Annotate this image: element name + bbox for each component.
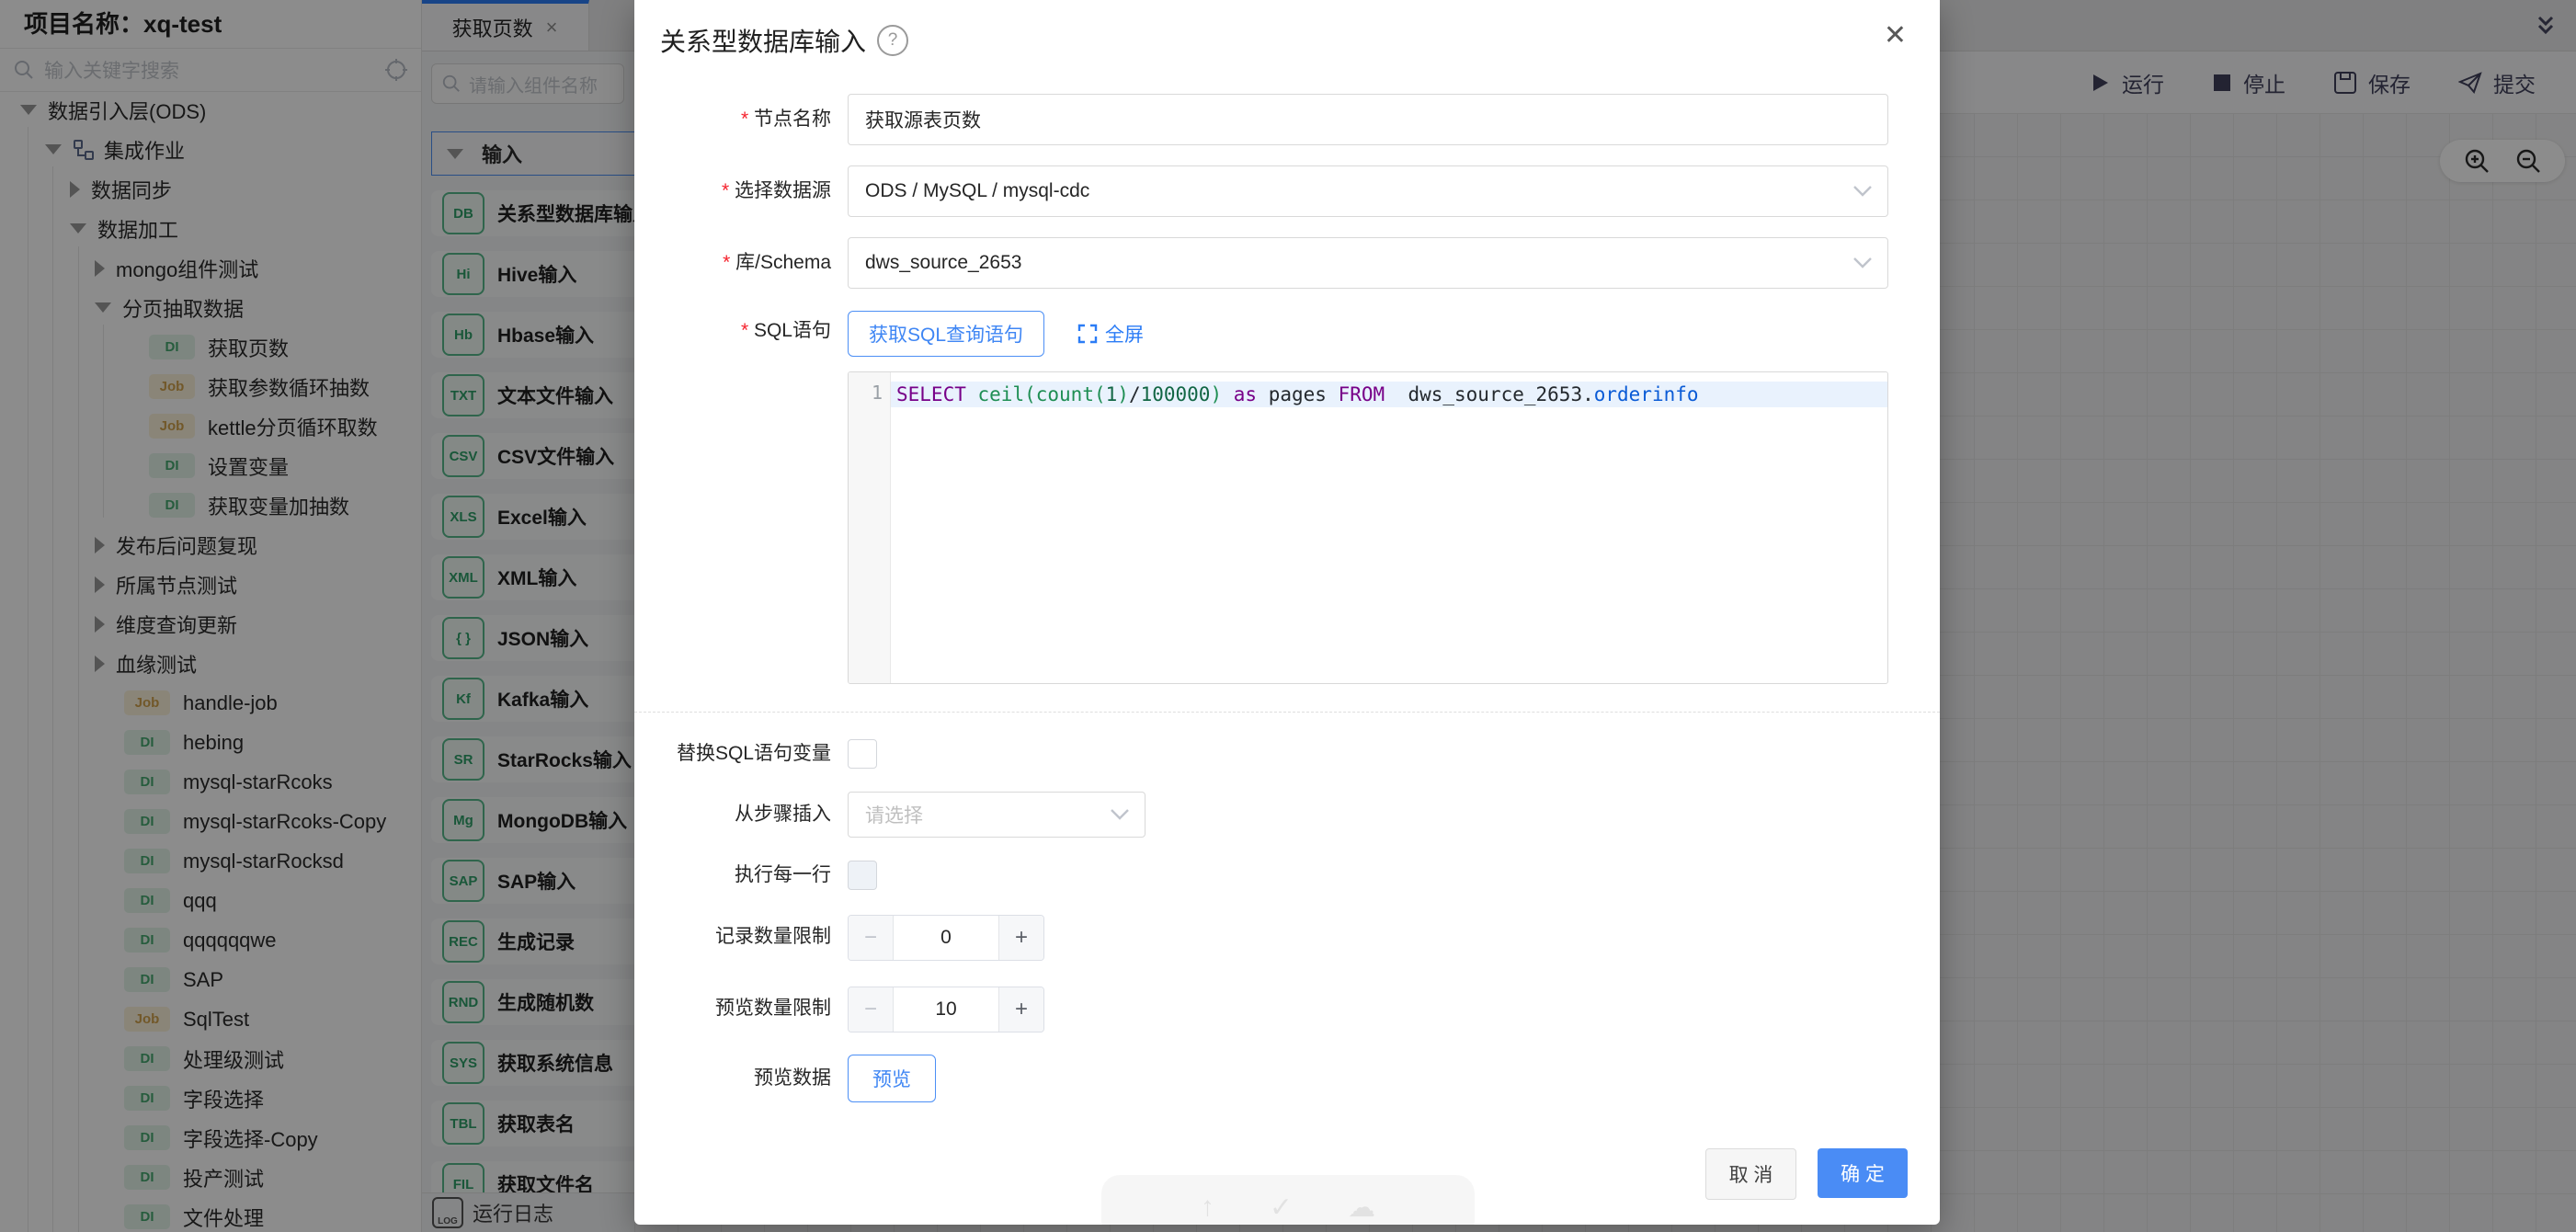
editor-gutter: 1 — [849, 372, 891, 683]
up-arrow-icon: ↑ — [1201, 1192, 1214, 1223]
insert-step-placeholder: 请选择 — [865, 801, 923, 828]
modal-footer: 取 消 确 定 — [1705, 1148, 1908, 1200]
section-divider — [634, 712, 1940, 713]
datasource-label: 选择数据源 — [660, 165, 831, 217]
node-name-row: 节点名称 获取源表页数 — [660, 94, 1888, 145]
editor-code-area: SELECT ceil(count(1)/100000) as pages FR… — [891, 372, 1887, 683]
datasource-row: 选择数据源 ODS / MySQL / mysql-cdc — [660, 165, 1888, 217]
preview-button[interactable]: 预览 — [848, 1055, 936, 1102]
datasource-value: ODS / MySQL / mysql-cdc — [865, 180, 1089, 202]
cloud-icon: ☁ — [1348, 1192, 1375, 1224]
preview-limit-label: 预览数量限制 — [660, 987, 831, 1032]
faint-floating-toolbar: ↑ ✓ ☁ — [1101, 1175, 1475, 1225]
insert-step-row: 从步骤插入 请选择 — [660, 792, 1888, 838]
ok-button[interactable]: 确 定 — [1818, 1148, 1908, 1198]
replace-var-row: 替换SQL语句变量 — [660, 738, 1888, 770]
decrement-button[interactable]: − — [849, 987, 894, 1032]
relational-db-input-modal: 关系型数据库输入 ? ✕ 节点名称 获取源表页数 选择数据源 ODS / MyS… — [634, 0, 1940, 1225]
fullscreen-label: 全屏 — [1105, 320, 1144, 348]
increment-button[interactable]: + — [998, 987, 1043, 1032]
exec-each-row: 执行每一行 — [660, 860, 1888, 891]
increment-button[interactable]: + — [998, 916, 1043, 960]
modal-close-icon[interactable]: ✕ — [1884, 22, 1907, 50]
chevron-down-icon — [1852, 257, 1873, 269]
chevron-down-icon — [1852, 185, 1873, 198]
preview-limit-stepper: − 10 + — [848, 987, 1044, 1032]
exec-each-row-checkbox[interactable] — [848, 861, 877, 890]
sql-label: SQL语句 — [660, 309, 831, 357]
chevron-down-icon — [1110, 808, 1130, 821]
check-icon: ✓ — [1270, 1192, 1293, 1224]
datasource-select[interactable]: ODS / MySQL / mysql-cdc — [848, 165, 1888, 217]
record-limit-value[interactable]: 0 — [894, 916, 998, 960]
sql-code-line: SELECT ceil(count(1)/100000) as pages FR… — [891, 382, 1887, 407]
line-number: 1 — [849, 382, 883, 404]
sql-row: SQL语句 获取SQL查询语句 全屏 — [660, 309, 1888, 357]
decrement-button[interactable]: − — [849, 916, 894, 960]
get-sql-button[interactable]: 获取SQL查询语句 — [848, 311, 1044, 357]
app-root: 项目名称：xq-test 输入关键字搜索 数据引入层(ODS)集成作业数据同步 — [0, 0, 2576, 1232]
insert-step-select[interactable]: 请选择 — [848, 792, 1146, 838]
exec-each-row-label: 执行每一行 — [660, 860, 831, 891]
cancel-button[interactable]: 取 消 — [1705, 1148, 1796, 1200]
modal-header: 关系型数据库输入 ? ✕ — [634, 0, 1940, 59]
schema-row: 库/Schema dws_source_2653 — [660, 237, 1888, 289]
replace-var-checkbox[interactable] — [848, 739, 877, 769]
modal-body: 节点名称 获取源表页数 选择数据源 ODS / MySQL / mysql-cd… — [634, 59, 1940, 1102]
fullscreen-link[interactable]: 全屏 — [1077, 320, 1144, 348]
replace-var-label: 替换SQL语句变量 — [660, 738, 831, 770]
node-name-label: 节点名称 — [660, 94, 831, 145]
record-limit-label: 记录数量限制 — [660, 915, 831, 961]
sql-code-editor[interactable]: 1 SELECT ceil(count(1)/100000) as pages … — [848, 371, 1888, 684]
preview-data-label: 预览数据 — [660, 1055, 831, 1102]
node-name-input[interactable]: 获取源表页数 — [848, 94, 1888, 145]
help-icon[interactable]: ? — [877, 25, 908, 56]
preview-limit-value[interactable]: 10 — [894, 987, 998, 1032]
schema-value: dws_source_2653 — [865, 252, 1021, 274]
preview-limit-row: 预览数量限制 − 10 + — [660, 987, 1888, 1032]
schema-select[interactable]: dws_source_2653 — [848, 237, 1888, 289]
fullscreen-icon — [1077, 324, 1098, 344]
record-limit-stepper: − 0 + — [848, 915, 1044, 961]
node-name-value: 获取源表页数 — [865, 106, 981, 133]
record-limit-row: 记录数量限制 − 0 + — [660, 915, 1888, 961]
preview-data-row: 预览数据 预览 — [660, 1055, 1888, 1102]
schema-label: 库/Schema — [660, 237, 831, 289]
insert-step-label: 从步骤插入 — [660, 792, 831, 838]
modal-title: 关系型数据库输入 — [660, 22, 866, 59]
